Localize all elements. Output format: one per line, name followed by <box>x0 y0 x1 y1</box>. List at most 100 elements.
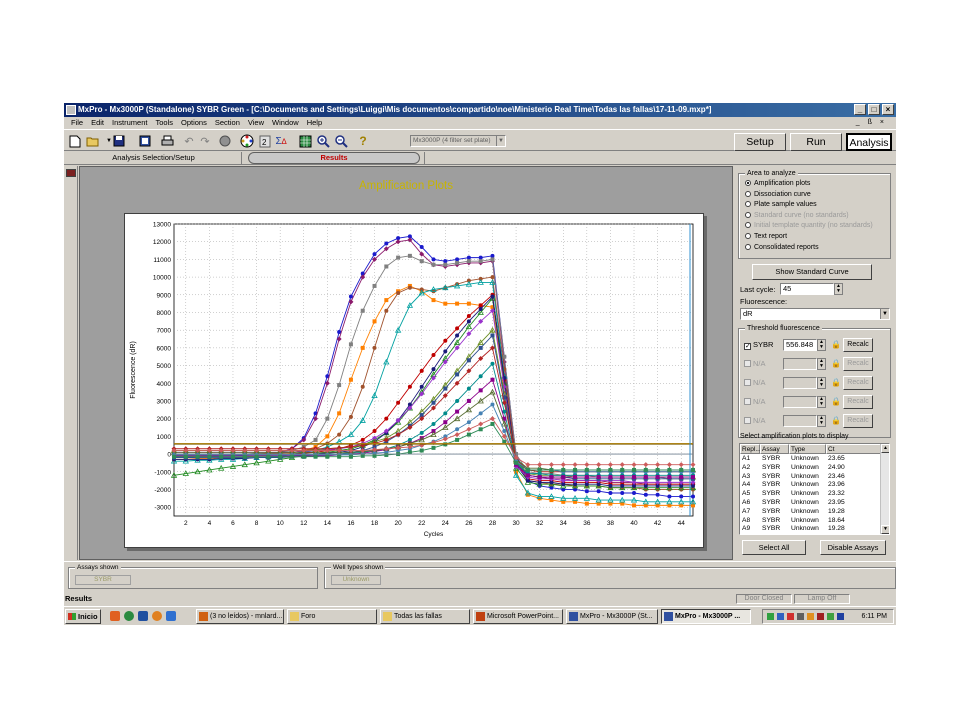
save-icon[interactable] <box>111 133 127 149</box>
menu-view[interactable]: View <box>244 117 268 129</box>
scroll-down-icon[interactable]: ▼ <box>881 525 889 534</box>
table-row[interactable]: A3 SYBR Unknown 23.46 <box>740 472 889 481</box>
table-row[interactable]: A2 SYBR Unknown 24.90 <box>740 463 889 472</box>
undo-icon[interactable]: ↶ <box>181 133 197 149</box>
tray-chat-icon[interactable] <box>827 613 834 620</box>
table-row[interactable]: A9 SYBR Unknown 19.28 <box>740 524 889 533</box>
minimize-button[interactable]: _ <box>854 104 866 115</box>
lock-icon[interactable]: 🔒 <box>831 360 841 368</box>
analysis-button[interactable]: Analysis <box>846 133 892 151</box>
area-option-2[interactable]: Plate sample values <box>745 200 817 209</box>
lock-icon[interactable]: 🔒 <box>831 398 841 406</box>
mdi-controls[interactable]: _ ß × <box>848 117 892 129</box>
taskbar-task[interactable]: Foro <box>287 609 377 624</box>
show-standard-curve-button[interactable]: Show Standard Curve <box>752 264 872 280</box>
menu-window[interactable]: Window <box>268 117 303 129</box>
menu-help[interactable]: Help <box>303 117 326 129</box>
last-cycle-spinner[interactable]: ▲ ▼ <box>834 283 843 295</box>
run-button[interactable]: Run <box>790 133 842 151</box>
taskbar-task[interactable]: Microsoft PowerPoint... <box>473 609 563 624</box>
tab-analysis-selection[interactable]: Analysis Selection/Setup <box>66 152 242 164</box>
quicklaunch-browser-icon[interactable] <box>124 611 134 621</box>
taskbar-task[interactable]: MxPro - Mx3000P ... <box>661 609 751 624</box>
table-row[interactable]: A4 SYBR Unknown 23.96 <box>740 480 889 489</box>
setup-button[interactable]: Setup <box>734 133 786 151</box>
tray-volume-icon[interactable] <box>837 613 844 620</box>
lock-icon[interactable]: 🔒 <box>831 341 841 349</box>
tray-usb-icon[interactable] <box>797 613 804 620</box>
menu-instrument[interactable]: Instrument <box>108 117 151 129</box>
menu-edit[interactable]: Edit <box>87 117 108 129</box>
tray-app-icon[interactable] <box>817 613 824 620</box>
open-folder-icon[interactable] <box>85 133 101 149</box>
maximize-button[interactable]: □ <box>868 104 880 115</box>
zoom-box-icon[interactable]: 2 <box>257 133 273 149</box>
help-pointer-icon[interactable]: ? <box>355 133 371 149</box>
quicklaunch-app-icon[interactable] <box>110 611 120 621</box>
select-all-button[interactable]: Select All <box>742 540 806 555</box>
menu-tools[interactable]: Tools <box>151 117 177 129</box>
lock-icon[interactable]: 🔒 <box>831 417 841 425</box>
close-button[interactable]: × <box>882 104 894 115</box>
lock-icon[interactable]: 🔒 <box>831 379 841 387</box>
table-row[interactable]: A5 SYBR Unknown 23.32 <box>740 489 889 498</box>
col-ct[interactable]: Ct <box>826 444 882 454</box>
recalc-button[interactable]: Recalc <box>843 338 873 352</box>
plate-icon[interactable] <box>239 133 255 149</box>
quicklaunch-ie-icon[interactable] <box>166 611 176 621</box>
sigma-icon[interactable]: Σ ∆ <box>273 133 289 149</box>
amplification-chart[interactable]: -3000 -2000 -1000 0 1000 2000 3000 4000 5000 6000… <box>125 214 703 547</box>
mdi-minimize[interactable]: _ <box>852 119 864 126</box>
table-row[interactable]: A10SYBRUnknown13.92 <box>740 533 889 534</box>
tab-results[interactable]: Results <box>248 152 420 164</box>
table-row[interactable]: A6 SYBR Unknown 23.95 <box>740 498 889 507</box>
plate-type-select[interactable]: Mx3000P (4 filter set plate) ▼ <box>410 135 506 147</box>
col-type[interactable]: Type <box>789 444 826 454</box>
assays-shown-value[interactable]: SYBR <box>75 575 131 585</box>
area-option-5[interactable]: Text report <box>745 232 787 241</box>
start-button[interactable]: Inicio <box>65 609 101 624</box>
threshold-value-input[interactable]: 556.848 <box>783 339 817 351</box>
quicklaunch-word-icon[interactable] <box>138 611 148 621</box>
fluorescence-select[interactable]: dR ▼ <box>740 308 890 320</box>
disable-assays-button[interactable]: Disable Assays <box>820 540 886 555</box>
zoom-out-icon[interactable] <box>333 133 349 149</box>
zoom-in-icon[interactable] <box>315 133 331 149</box>
area-option-6[interactable]: Consolidated reports <box>745 243 819 252</box>
table-scrollbar[interactable]: ▲ ▼ <box>880 444 889 534</box>
area-option-0[interactable]: Amplification plots <box>745 179 810 188</box>
panel-toggle-icon[interactable] <box>66 169 76 177</box>
tray-security-icon[interactable] <box>777 613 784 620</box>
taskbar-task[interactable]: Todas las fallas <box>380 609 470 624</box>
taskbar-task[interactable]: MxPro - Mx3000P (St... <box>566 609 658 624</box>
menu-file[interactable]: File <box>67 117 87 129</box>
threshold-checkbox[interactable]: ✓ SYBR <box>744 340 773 350</box>
mdi-restore[interactable]: ß <box>864 119 876 126</box>
wells-table[interactable]: Repl... Assay Type Ct A1 SYBR Unknown 23.65… <box>739 443 890 535</box>
table-row[interactable]: A1 SYBR Unknown 23.65 <box>740 454 889 463</box>
clock[interactable]: 6:11 PM <box>861 610 887 623</box>
table-row[interactable]: A7 SYBR Unknown 19.28 <box>740 507 889 516</box>
area-option-1[interactable]: Dissociation curve <box>745 190 811 199</box>
lamp-icon[interactable] <box>217 133 233 149</box>
taskbar-task[interactable]: (3 no leídos) - mnlard... <box>196 609 284 624</box>
last-cycle-input[interactable]: 45 <box>780 283 834 295</box>
new-file-icon[interactable] <box>67 133 83 149</box>
print-icon[interactable] <box>159 133 175 149</box>
menu-section[interactable]: Section <box>211 117 244 129</box>
tray-messenger-icon[interactable] <box>807 613 814 620</box>
threshold-spinner[interactable]: ▲ ▼ <box>817 339 826 351</box>
menu-options[interactable]: Options <box>177 117 211 129</box>
report-icon[interactable] <box>137 133 153 149</box>
mdi-close[interactable]: × <box>876 119 888 126</box>
tray-antivirus-icon[interactable] <box>787 613 794 620</box>
redo-icon[interactable]: ↷ <box>197 133 213 149</box>
quicklaunch-firefox-icon[interactable] <box>152 611 162 621</box>
table-row[interactable]: A8 SYBR Unknown 18.64 <box>740 516 889 525</box>
well-types-value[interactable]: Unknown <box>331 575 381 585</box>
col-repl[interactable]: Repl... <box>740 444 761 454</box>
col-assay[interactable]: Assay <box>760 444 789 454</box>
tray-network-icon[interactable] <box>767 613 774 620</box>
scroll-up-icon[interactable]: ▲ <box>881 444 889 453</box>
grid-table-icon[interactable] <box>297 133 313 149</box>
